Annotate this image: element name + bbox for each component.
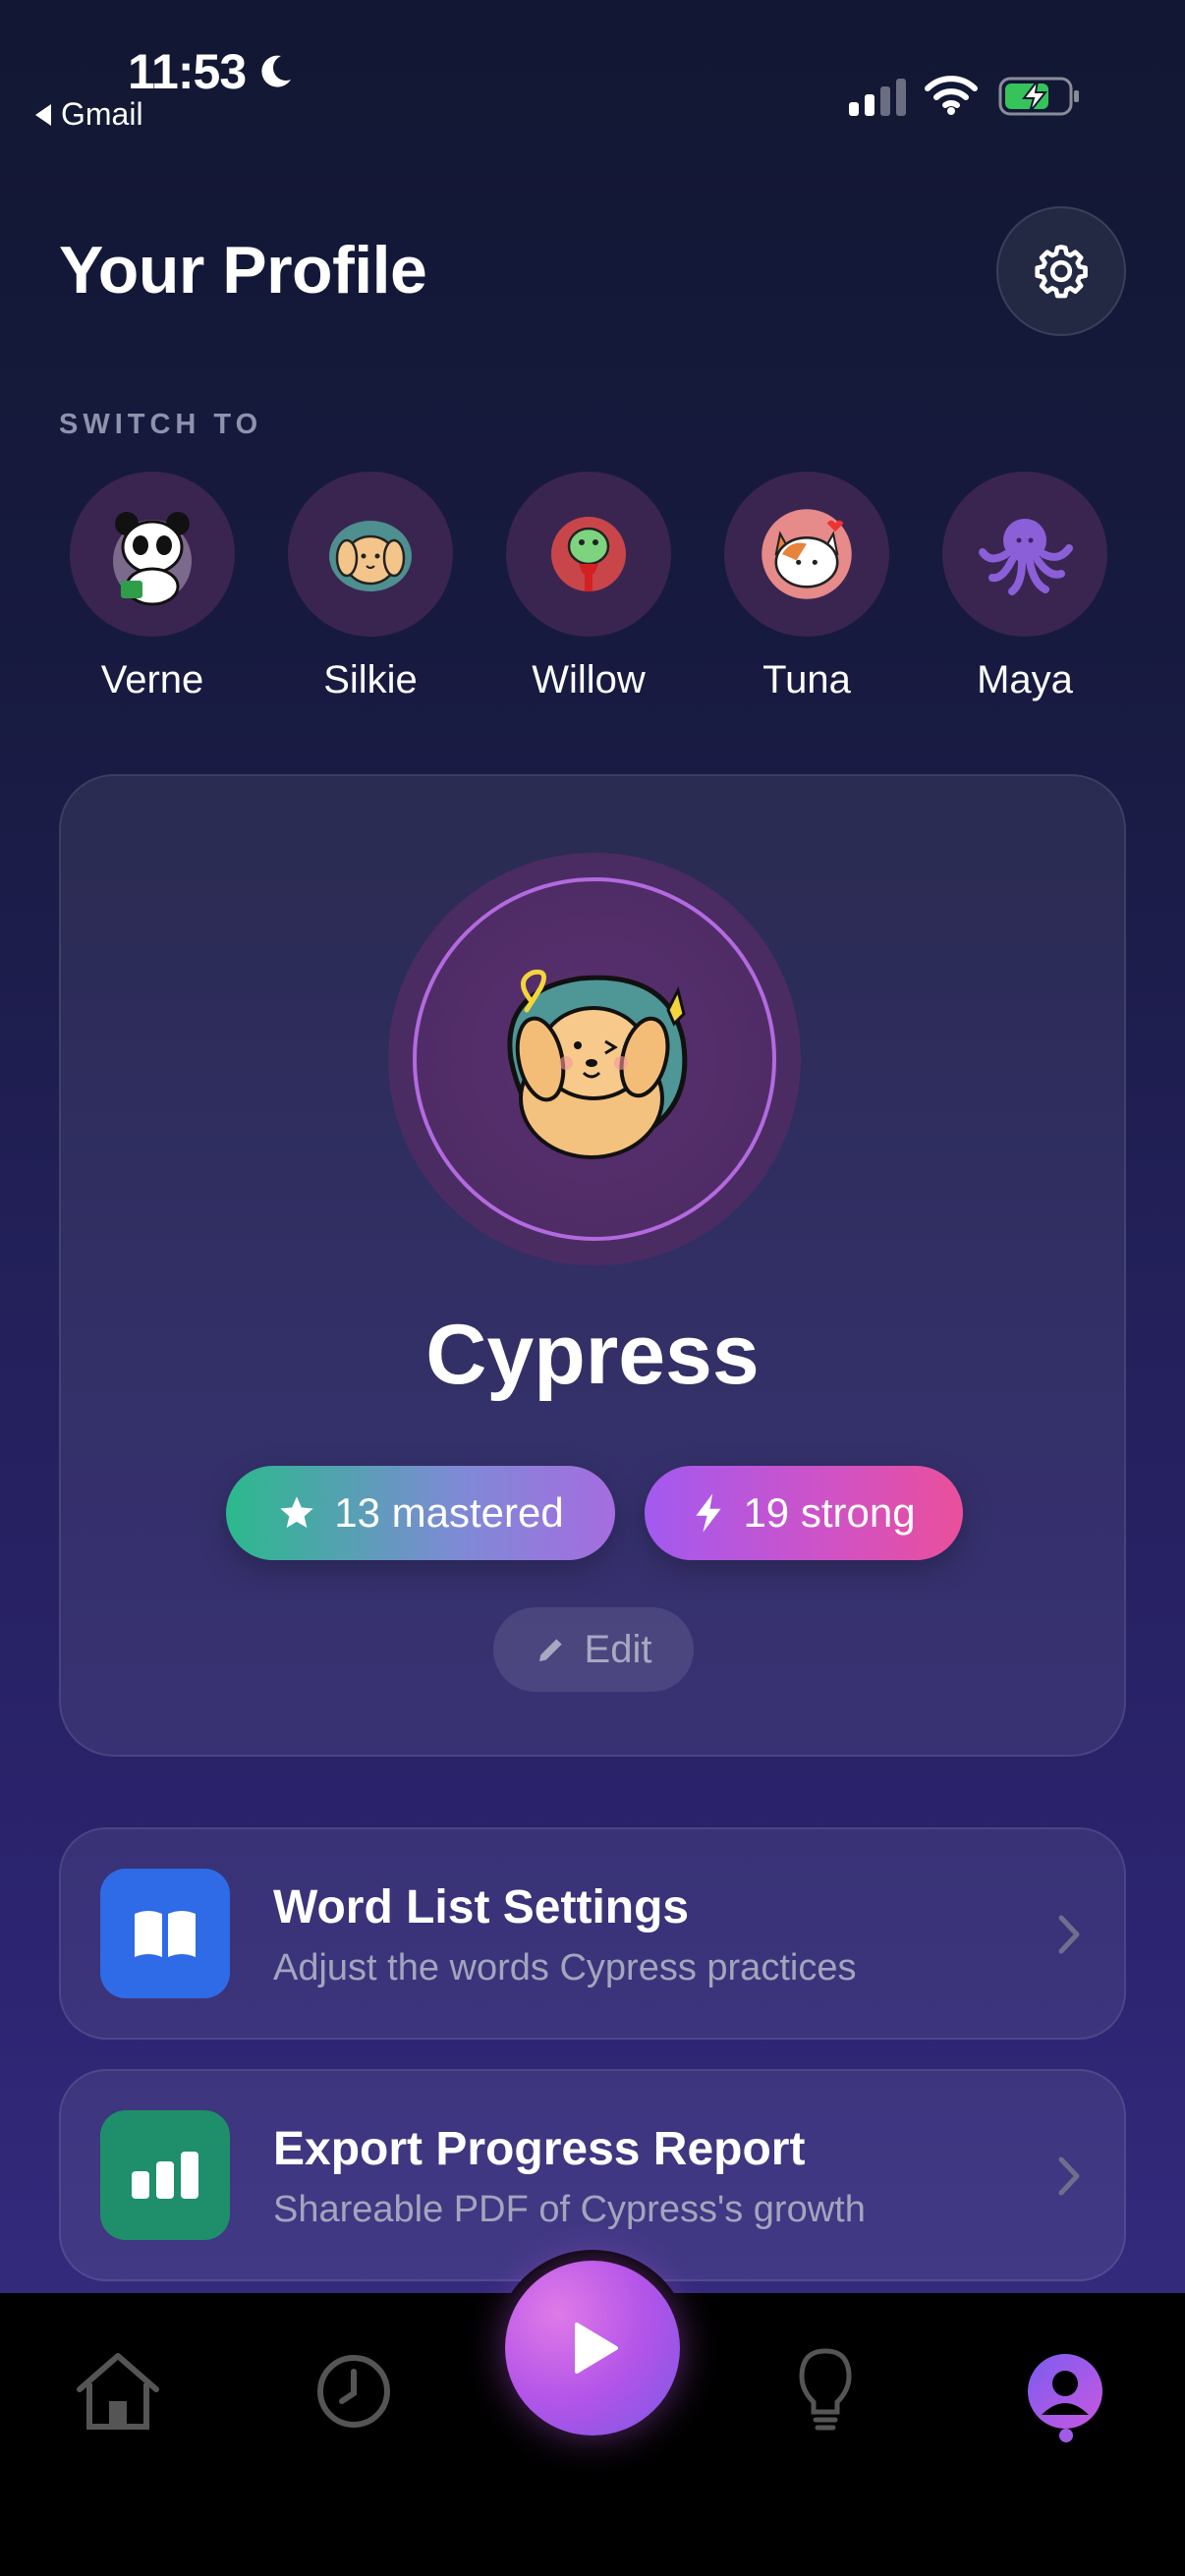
lightbulb-icon <box>799 2348 852 2431</box>
switch-name-willow: Willow <box>532 658 646 701</box>
option-subtitle: Adjust the words Cypress practices <box>273 1947 857 1988</box>
settings-button[interactable] <box>996 206 1126 336</box>
switch-name-tuna: Tuna <box>762 658 851 701</box>
edit-profile-button[interactable]: Edit <box>493 1607 694 1692</box>
avatar <box>70 472 235 637</box>
word-list-settings-row[interactable]: Word List Settings Adjust the words Cypr… <box>59 1827 1126 2040</box>
battery-charging-icon <box>998 77 1079 116</box>
history-clock-icon <box>317 2355 390 2428</box>
option-title: Word List Settings <box>273 1881 690 1933</box>
play-button[interactable] <box>505 2261 680 2436</box>
play-button-container <box>494 2250 691 2446</box>
avatar-ring <box>413 877 776 1241</box>
star-icon <box>280 1496 313 1528</box>
book-icon <box>100 1869 230 1998</box>
panda-avatar-icon <box>113 512 192 606</box>
cat-avatar-icon <box>762 509 852 599</box>
switch-name-silkie: Silkie <box>323 658 418 701</box>
profile-card: Cypress 13 mastered 19 strong Edit <box>59 774 1126 1757</box>
edit-label: Edit <box>584 1627 652 1671</box>
back-to-gmail-link[interactable]: Gmail <box>35 96 143 133</box>
mastered-badge: 13 mastered <box>226 1466 615 1560</box>
active-tab-indicator <box>1059 2429 1073 2442</box>
back-link-label: Gmail <box>61 96 143 132</box>
home-icon <box>77 2353 159 2430</box>
profile-icon <box>1028 2354 1102 2429</box>
switch-profile-verne[interactable]: Verne <box>54 472 251 702</box>
snake-avatar-icon <box>551 517 626 591</box>
profile-avatar <box>388 853 801 1265</box>
switch-profile-tuna[interactable]: Tuna <box>708 472 905 702</box>
bar-chart-icon <box>100 2110 230 2240</box>
strong-count: 19 strong <box>743 1489 916 1536</box>
switch-name-verne: Verne <box>100 658 204 701</box>
mastered-count: 13 mastered <box>334 1489 564 1536</box>
signal-icon <box>849 79 906 116</box>
switch-profile-willow[interactable]: Willow <box>490 472 687 702</box>
puppy-avatar-icon <box>507 969 688 1159</box>
avatar <box>506 472 671 637</box>
wifi-icon <box>925 76 978 115</box>
nav-home[interactable] <box>69 2342 167 2440</box>
octopus-avatar-icon <box>979 519 1073 595</box>
status-time: 11:53 <box>128 43 295 100</box>
profile-name: Cypress <box>425 1308 760 1402</box>
avatar <box>724 472 889 637</box>
avatar <box>288 472 453 637</box>
strong-badge: 19 strong <box>645 1466 963 1560</box>
moon-icon <box>261 55 292 87</box>
play-icon <box>575 2323 618 2374</box>
page-title: Your Profile <box>59 233 427 308</box>
switch-name-maya: Maya <box>977 658 1073 701</box>
pencil-icon <box>538 1639 562 1661</box>
switch-to-label: SWITCH TO <box>59 409 263 440</box>
chevron-right-icon <box>1058 1915 1080 1954</box>
status-time-text: 11:53 <box>128 44 247 99</box>
lightning-icon <box>696 1493 722 1533</box>
chevron-right-icon <box>1058 2156 1080 2196</box>
switch-profile-maya[interactable]: Maya <box>927 472 1123 702</box>
nav-profile[interactable] <box>1016 2342 1114 2440</box>
avatar <box>942 472 1107 637</box>
gear-icon <box>1035 245 1088 299</box>
back-arrow-icon <box>35 103 51 126</box>
nav-history[interactable] <box>305 2342 403 2440</box>
puppy-avatar-icon <box>329 521 412 591</box>
switch-profile-silkie[interactable]: Silkie <box>272 472 469 702</box>
nav-tips[interactable] <box>776 2342 875 2440</box>
option-title: Export Progress Report <box>273 2123 806 2175</box>
option-subtitle: Shareable PDF of Cypress's growth <box>273 2189 866 2230</box>
